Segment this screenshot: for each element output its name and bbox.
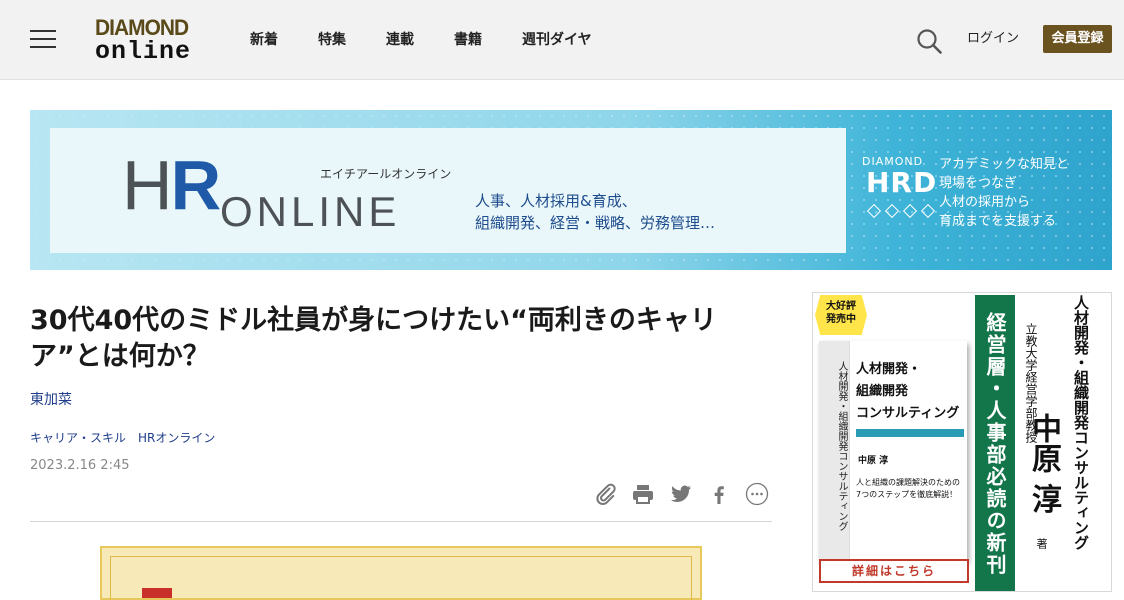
nav-item-weekly[interactable]: 週刊ダイヤ [522, 31, 592, 49]
book-cover-image: 人材開発・組織開発コンサルティング 人材開発・ 組織開発 コンサルティング 中原… [819, 341, 967, 561]
menu-icon[interactable] [30, 28, 56, 50]
hrd-description-line: アカデミックな知見と [939, 157, 1070, 172]
register-button[interactable]: 会員登録 [1043, 25, 1112, 53]
share-bar [593, 482, 769, 506]
hr-logo-online: ONLINE [220, 188, 401, 235]
book-author: 中原 淳 [858, 456, 889, 466]
main-nav: 新着 特集 連載 書籍 週刊ダイヤ [250, 31, 632, 49]
hrd-description: アカデミックな知見と 現場をつなぎ 人材の採用から 育成までを支援する [939, 155, 1069, 231]
tag-link[interactable]: HRオンライン [138, 429, 215, 446]
more-icon[interactable] [745, 482, 769, 506]
nav-item-books[interactable]: 書籍 [454, 31, 482, 49]
clip-icon[interactable] [593, 482, 617, 506]
book-front-cover: 人材開発・ 組織開発 コンサルティング 中原 淳 人と組織の課題解決のための 7… [849, 341, 967, 561]
hrd-description-line: 育成までを支援する [939, 214, 1057, 229]
site-header: DIAMOND online 新着 特集 連載 書籍 週刊ダイヤ ログイン 会員… [0, 0, 1124, 80]
banner-tagline-line: 組織開発、経営・戦略、労務管理… [475, 214, 716, 232]
ad-book-title: 人材開発・組織開発コンサルティング [1071, 295, 1091, 591]
book-spine: 人材開発・組織開発コンサルティング [819, 341, 849, 561]
book-title-line: コンサルティング [856, 406, 960, 421]
nav-item-new[interactable]: 新着 [250, 31, 278, 49]
site-logo[interactable]: DIAMOND online [95, 16, 199, 66]
search-icon[interactable] [916, 28, 942, 54]
article-hero-image [100, 546, 702, 600]
article-tags: キャリア・スキル HRオンライン [30, 429, 215, 446]
detail-button[interactable]: 詳細はこちら [819, 559, 969, 583]
book-title-line: 人材開発・ [856, 362, 922, 377]
author-suffix: 著 [1035, 538, 1048, 549]
hr-logo: HR [122, 150, 221, 220]
banner-tagline: 人事、人材採用&育成、 組織開発、経営・戦略、労務管理… [475, 190, 715, 234]
publish-date: 2023.2.16 2:45 [30, 458, 130, 473]
print-icon[interactable] [631, 482, 655, 506]
hero-image-frame [110, 556, 692, 600]
hr-logo-r: R [170, 146, 222, 224]
author-name: 中原 淳 [1026, 413, 1061, 514]
badge-line: 大好評 [826, 301, 856, 312]
logo-bottom-text: online [95, 37, 192, 66]
promo-vertical-panel: 経営層・人事部必読の新刊 [975, 295, 1015, 591]
login-link[interactable]: ログイン [967, 31, 1019, 47]
hrd-description-line: 人材の採用から [939, 195, 1031, 210]
book-description-line: 7つのステップを徹底解説！ [856, 490, 958, 499]
hrd-big-text: HRD [866, 166, 938, 199]
diamond-hrd-logo: DIAMOND HRD [862, 155, 936, 220]
twitter-icon[interactable] [669, 482, 693, 506]
book-advertisement[interactable]: 大好評 発売中 人材開発・組織開発コンサルティング 人材開発・ 組織開発 コンサル… [812, 292, 1112, 592]
bestseller-badge: 大好評 発売中 [815, 295, 867, 335]
banner-tagline-line: 人事、人材採用&育成、 [475, 192, 637, 210]
facebook-icon[interactable] [707, 482, 731, 506]
hr-online-banner[interactable]: HR ONLINE エイチアールオンライン 人事、人材採用&育成、 組織開発、経… [30, 110, 1112, 270]
diamond-icon [862, 202, 936, 220]
hero-image-ribbon [142, 588, 172, 598]
nav-item-feature[interactable]: 特集 [318, 31, 346, 49]
book-title: 人材開発・ 組織開発 コンサルティング [856, 359, 959, 425]
author-link[interactable]: 東加菜 [30, 389, 72, 409]
book-description: 人と組織の課題解決のための 7つのステップを徹底解説！ [856, 477, 960, 501]
hr-logo-kana: エイチアールオンライン [320, 167, 452, 181]
badge-line: 発売中 [826, 314, 856, 325]
hr-logo-h: H [122, 146, 173, 224]
article-title: 30代40代のミドル社員が身につけたい“両利きのキャリア”とは何か？ [30, 305, 717, 372]
hrd-description-line: 現場をつなぎ [939, 176, 1018, 191]
divider [30, 521, 772, 522]
book-title-line: 組織開発 [856, 384, 909, 399]
book-description-line: 人と組織の課題解決のための [856, 478, 960, 487]
tag-link[interactable]: キャリア・スキル [30, 429, 126, 446]
logo-top-text: DIAMOND [95, 15, 189, 40]
ad-book-title-main: 人材開発・組織開発コンサルティング [1072, 295, 1090, 550]
nav-item-series[interactable]: 連載 [386, 31, 414, 49]
book-cover-bar [856, 429, 964, 437]
